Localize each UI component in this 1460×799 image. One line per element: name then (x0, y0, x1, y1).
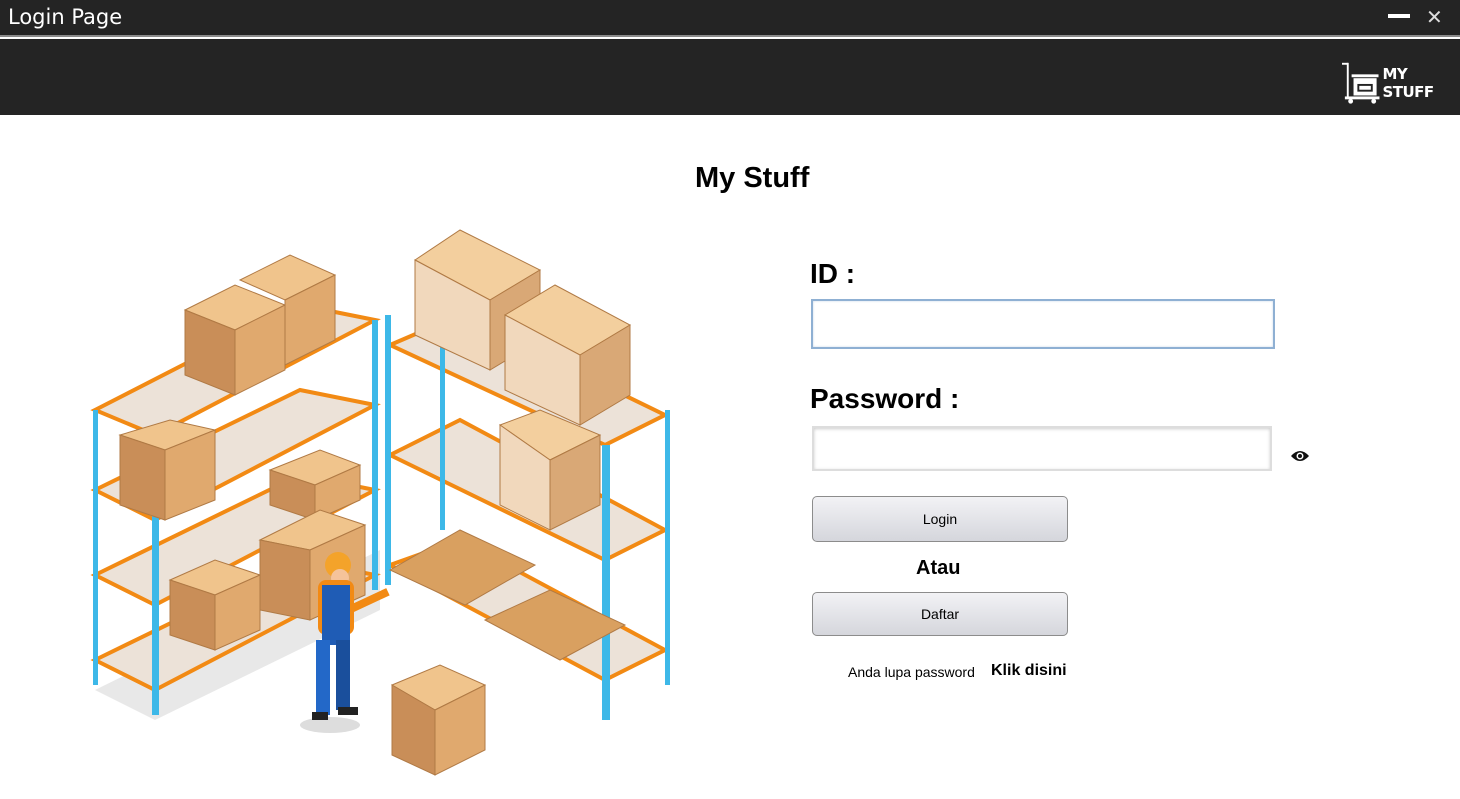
logo: MY STUFF (1342, 61, 1460, 105)
forgot-password-link[interactable]: Klik disini (991, 662, 1067, 680)
id-input[interactable] (811, 299, 1275, 349)
close-button[interactable]: ✕ (1426, 5, 1443, 30)
window-title: Login Page (8, 5, 123, 29)
warehouse-illustration (90, 229, 670, 776)
logo-text: MY STUFF (1382, 65, 1434, 101)
minimize-button[interactable] (1388, 14, 1410, 18)
password-input[interactable] (812, 426, 1272, 471)
id-label: ID : (810, 258, 856, 289)
app-header: MY STUFF (0, 39, 1460, 115)
or-text: Atau (916, 557, 961, 579)
password-label: Password : (810, 383, 960, 414)
eye-icon[interactable] (1290, 449, 1310, 463)
register-button[interactable]: Daftar (812, 592, 1068, 636)
cart-box-icon (1342, 62, 1380, 104)
login-button[interactable]: Login (812, 496, 1068, 542)
forgot-password-text: Anda lupa password (848, 664, 975, 680)
title-bar: Login Page ✕ (0, 0, 1460, 37)
page-title: My Stuff (695, 162, 810, 194)
